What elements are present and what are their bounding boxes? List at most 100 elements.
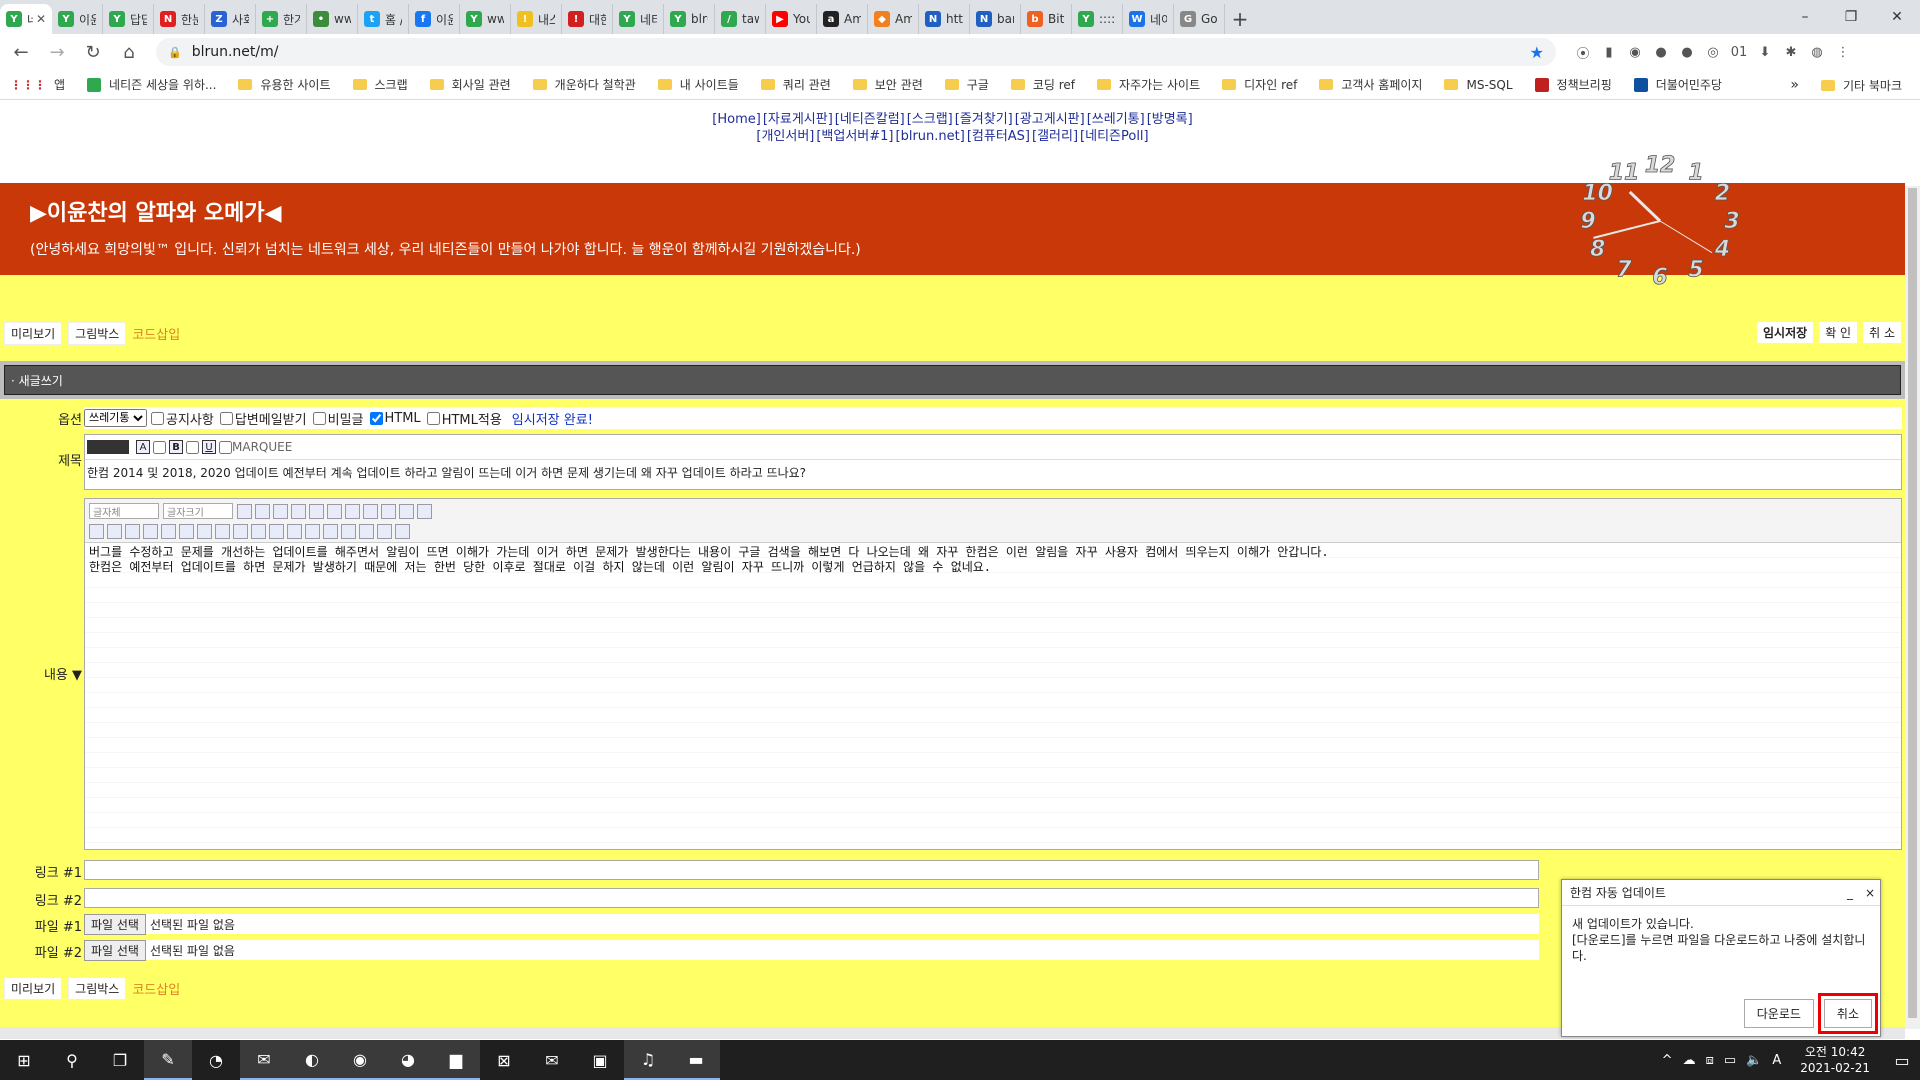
browser-tab[interactable]: ▶ YouT (766, 4, 817, 34)
tab-close-icon[interactable]: ✕ (36, 12, 46, 26)
nav-link[interactable]: [자료게시판] (763, 112, 833, 127)
editor-format-icon[interactable] (125, 523, 140, 539)
other-bookmarks[interactable]: 기타 북마크 (1820, 77, 1902, 94)
new-tab-button[interactable]: + (1225, 4, 1255, 34)
dialog-minimize-button[interactable]: _ (1840, 886, 1860, 900)
underline-button[interactable]: U (202, 440, 216, 454)
taskbar-app-icon[interactable]: ▣ (576, 1040, 624, 1080)
bookmark-item[interactable]: 고객사 홈페이지 (1319, 76, 1422, 93)
category-select[interactable]: 쓰레기통 (84, 409, 147, 427)
editor-format-icon[interactable] (323, 523, 338, 539)
nav-link[interactable]: [스크랩] (907, 112, 953, 127)
nav-link[interactable]: [blrun.net] (896, 129, 965, 144)
link1-input[interactable] (84, 860, 1539, 880)
bookmark-star-icon[interactable]: ★ (1530, 43, 1544, 62)
browser-tab[interactable]: Y 답답 (103, 4, 154, 34)
bookmarks-more-button[interactable]: » (1790, 77, 1799, 93)
nav-link[interactable]: [네티즌칼럼] (835, 112, 905, 127)
browser-tab[interactable]: f 이윤 (409, 4, 460, 34)
bookmark-item[interactable]: 보안 관련 (852, 76, 923, 93)
tray-icon[interactable]: ☁ (1683, 1053, 1696, 1068)
font-size-select[interactable]: 글자크기 (163, 503, 233, 519)
editor-format-icon[interactable] (377, 523, 392, 539)
bookmark-item[interactable]: 회사일 관련 (429, 76, 511, 93)
browser-tab[interactable]: Yblrun (664, 4, 715, 34)
editor-format-icon[interactable] (215, 523, 230, 539)
browser-tab[interactable]: t 홈 / (358, 4, 409, 34)
editor-tool-icon[interactable] (345, 503, 360, 519)
bookmark-item[interactable]: 내 사이트들 (657, 76, 739, 93)
extension-icon[interactable]: ✱ (1778, 39, 1804, 65)
bookmark-item[interactable]: 쿼리 관련 (760, 76, 831, 93)
taskbar-app-icon[interactable]: ✉ (240, 1040, 288, 1080)
extension-icon[interactable]: 01 (1726, 39, 1752, 65)
browser-tab[interactable]: Nbank (970, 4, 1021, 34)
nav-link[interactable]: [갤러리] (1032, 129, 1078, 144)
editor-format-icon[interactable] (251, 523, 266, 539)
browser-tab[interactable]: ! 내스 (511, 4, 562, 34)
editor-tool-icon[interactable] (399, 503, 414, 519)
editor-tool-icon[interactable] (255, 503, 270, 519)
browser-tab[interactable]: W 네이 (1123, 4, 1174, 34)
address-bar[interactable]: 🔒 blrun.net/m/ ★ (156, 38, 1556, 66)
marquee-checkbox[interactable] (219, 440, 232, 454)
minimize-button[interactable]: – (1782, 0, 1828, 34)
extension-icon[interactable]: ● (1648, 39, 1674, 65)
taskbar-app-icon[interactable]: ⊠ (480, 1040, 528, 1080)
browser-tab[interactable]: Y 네 ✕ (0, 4, 52, 34)
browser-tab[interactable]: Y 네티 (613, 4, 664, 34)
editor-format-icon[interactable] (287, 523, 302, 539)
font-color-button[interactable]: A (136, 440, 150, 454)
file2-choose-button[interactable]: 파일 선택 (84, 939, 146, 961)
browser-tab[interactable]: ! 대한 (562, 4, 613, 34)
content-textarea[interactable]: 버그를 수정하고 문제를 개선하는 업데이트를 해주면서 알림이 뜨면 이해가 … (85, 543, 1901, 843)
editor-format-icon[interactable] (143, 523, 158, 539)
taskbar-app-icon[interactable]: ◉ (336, 1040, 384, 1080)
editor-format-icon[interactable] (107, 523, 122, 539)
vertical-scrollbar[interactable] (1905, 186, 1920, 1029)
editor-tool-icon[interactable] (327, 503, 342, 519)
nav-link[interactable]: [개인서버] (756, 129, 814, 144)
extension-icon[interactable]: ⬇ (1752, 39, 1778, 65)
confirm-button[interactable]: 확 인 (1819, 322, 1858, 343)
code-insert-button-bottom[interactable]: 코드삽입 (132, 979, 180, 998)
taskbar-app-icon[interactable]: ▬ (672, 1040, 720, 1080)
code-insert-button[interactable]: 코드삽입 (132, 324, 180, 343)
browser-tab[interactable]: G Goog (1174, 4, 1225, 34)
subject-input[interactable]: 한컴 2014 및 2018, 2020 업데이트 예전부터 계속 업데이트 하… (85, 459, 1901, 485)
font-family-select[interactable]: 글자체 (89, 503, 159, 519)
taskbar-app-icon[interactable]: ◔ (192, 1040, 240, 1080)
bold-checkbox[interactable] (153, 440, 166, 454)
html-checkbox[interactable]: HTML (369, 411, 421, 426)
editor-tool-icon[interactable] (363, 503, 378, 519)
editor-tool-icon[interactable] (291, 503, 306, 519)
extension-icon[interactable]: ⋮ (1830, 39, 1856, 65)
extension-icon[interactable]: ▮ (1596, 39, 1622, 65)
browser-tab[interactable]: b Bitly (1021, 4, 1072, 34)
back-button[interactable]: ← (6, 37, 36, 67)
editor-tool-icon[interactable] (273, 503, 288, 519)
browser-tab[interactable]: N 한눈 (154, 4, 205, 34)
bookmark-item[interactable]: 코딩 ref (1010, 76, 1075, 93)
bookmark-item[interactable]: 개운하다 철학관 (532, 76, 636, 93)
preview-button[interactable]: 미리보기 (4, 322, 63, 345)
reload-button[interactable]: ↻ (78, 37, 108, 67)
bookmark-item[interactable]: 정책브리핑 (1534, 76, 1612, 93)
taskbar-clock[interactable]: 오전 10:42 2021-02-21 (1800, 1044, 1870, 1076)
nav-link[interactable]: [광고게시판] (1015, 112, 1085, 127)
start-button[interactable]: ⊞ (0, 1040, 48, 1080)
notice-checkbox[interactable]: 공지사항 (151, 409, 214, 428)
editor-format-icon[interactable] (305, 523, 320, 539)
notification-button[interactable]: ▭ (1884, 1040, 1920, 1080)
bookmark-item[interactable]: 구글 (944, 76, 989, 93)
extension-icon[interactable]: ◍ (1804, 39, 1830, 65)
secret-checkbox[interactable]: 비밀글 (312, 409, 364, 428)
bookmark-item[interactable]: 스크랩 (352, 76, 408, 93)
home-button[interactable]: ⌂ (114, 37, 144, 67)
html-apply-checkbox[interactable]: HTML적용 (426, 409, 502, 428)
file1-choose-button[interactable]: 파일 선택 (84, 913, 146, 935)
nav-link[interactable]: [방명록] (1147, 112, 1193, 127)
extension-icon[interactable]: ◉ (1622, 39, 1648, 65)
link2-input[interactable] (84, 888, 1539, 908)
browser-tab[interactable]: • www. (307, 4, 358, 34)
